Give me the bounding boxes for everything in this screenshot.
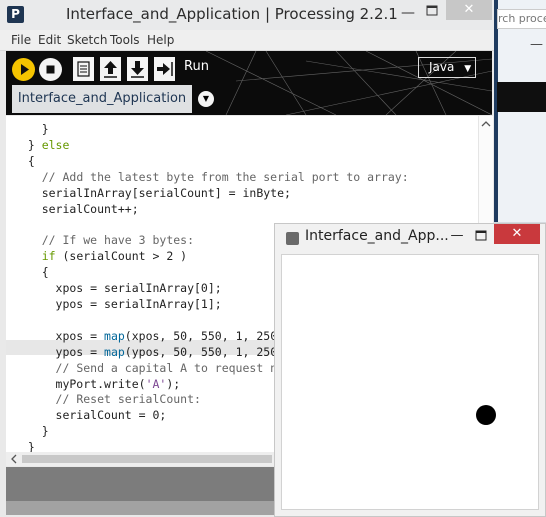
menu-file[interactable]: File — [11, 33, 31, 47]
code-token: ); — [166, 376, 181, 391]
window-title: Interface_and_Application | Processing 2… — [66, 5, 398, 23]
code-token: map — [104, 344, 125, 359]
maximize-icon — [475, 230, 487, 241]
code-token: { — [14, 153, 35, 168]
run-label: Run — [184, 59, 209, 74]
code-token: else — [41, 137, 70, 152]
run-button[interactable] — [12, 58, 35, 81]
menu-edit[interactable]: Edit — [38, 33, 61, 47]
open-button[interactable] — [100, 57, 121, 81]
code-token: map — [104, 328, 125, 343]
code-token: serialCount++; — [14, 201, 139, 216]
title-bar[interactable]: P Interface_and_Application | Processing… — [0, 0, 494, 30]
mode-label: Java — [429, 60, 455, 74]
code-line[interactable]: } — [14, 122, 409, 138]
stop-button[interactable] — [39, 58, 62, 81]
code-token: xpos = serialInArray[0]; — [14, 281, 222, 296]
export-arrow-right-icon — [157, 62, 173, 76]
code-token: // Add the latest byte from the serial p… — [41, 169, 409, 184]
background-toolbar-strip — [497, 82, 546, 112]
sketch-canvas[interactable] — [281, 254, 539, 510]
minimize-button[interactable]: — — [396, 2, 420, 24]
code-token: serialCount = 0; — [14, 408, 167, 423]
code-token: (ypos, 50, 550, 1, 250); — [124, 344, 291, 359]
code-token: ypos = serialInArray[1]; — [14, 296, 222, 311]
toolbar: Run Java ▼ Interface_and_Application ▼ — [6, 51, 492, 115]
code-line[interactable]: } else — [14, 138, 409, 154]
sketch-window-icon — [286, 232, 299, 245]
code-token: serialInArray[serialCount] = inByte; — [14, 185, 291, 200]
code-line[interactable]: // Add the latest byte from the serial p… — [14, 170, 409, 186]
code-token: } — [14, 137, 42, 152]
new-file-icon — [77, 61, 90, 77]
maximize-icon — [426, 5, 438, 16]
code-token: // Reset serialCount: — [55, 392, 201, 407]
ball — [476, 405, 496, 425]
scrollbar-thumb[interactable] — [22, 455, 272, 463]
menu-bar: File Edit Sketch Tools Help — [0, 30, 494, 51]
menu-help[interactable]: Help — [147, 33, 174, 47]
tab-menu-button[interactable]: ▼ — [198, 91, 214, 107]
horizontal-scrollbar[interactable] — [6, 452, 276, 466]
play-icon — [21, 64, 29, 75]
sketch-minimize-button[interactable]: — — [447, 226, 467, 246]
code-token: { — [14, 265, 49, 280]
sketch-window-title: Interface_and_App... — [305, 228, 449, 244]
close-button[interactable]: ✕ — [446, 0, 492, 20]
tab-interface-and-application[interactable]: Interface_and_Application — [12, 85, 192, 113]
code-line[interactable]: serialCount++; — [14, 202, 409, 218]
save-arrow-down-icon — [131, 61, 144, 78]
code-token: } — [14, 424, 49, 439]
stop-icon — [46, 65, 55, 74]
code-token: myPort.write( — [14, 376, 146, 391]
sketch-maximize-button[interactable] — [471, 226, 491, 246]
code-token: (serialCount > 2 ) — [55, 249, 188, 264]
menu-tools[interactable]: Tools — [110, 33, 140, 47]
export-button[interactable] — [154, 57, 175, 81]
code-line[interactable]: { — [14, 154, 409, 170]
chevron-down-icon: ▼ — [464, 64, 472, 74]
code-token: (xpos, 50, 550, 1, 250); — [124, 328, 291, 343]
maximize-button[interactable] — [420, 0, 444, 22]
console-area — [6, 501, 276, 515]
sketch-window: Interface_and_App... — ✕ — [274, 223, 546, 517]
scroll-left-icon[interactable] — [8, 453, 20, 465]
background-search-field[interactable]: rch proce — [497, 9, 546, 29]
scroll-up-icon[interactable] — [479, 117, 493, 131]
code-token: xpos = — [14, 328, 105, 343]
background-minimize-glyph[interactable]: — — [530, 37, 543, 52]
sketch-close-button[interactable]: ✕ — [494, 224, 540, 244]
code-token: } — [14, 122, 49, 136]
code-token: 'A' — [145, 376, 167, 391]
new-sketch-button[interactable] — [73, 57, 94, 81]
open-arrow-up-icon — [104, 61, 117, 78]
save-button[interactable] — [127, 57, 148, 81]
menu-sketch[interactable]: Sketch — [67, 33, 107, 47]
code-line[interactable]: serialInArray[serialCount] = inByte; — [14, 186, 409, 202]
mode-selector[interactable]: Java ▼ — [418, 57, 476, 78]
message-area — [6, 467, 276, 501]
code-token: ypos = — [14, 344, 105, 359]
code-token: if — [41, 249, 56, 264]
processing-app-icon: P — [7, 6, 24, 23]
code-token: // If we have 3 bytes: — [41, 233, 195, 248]
